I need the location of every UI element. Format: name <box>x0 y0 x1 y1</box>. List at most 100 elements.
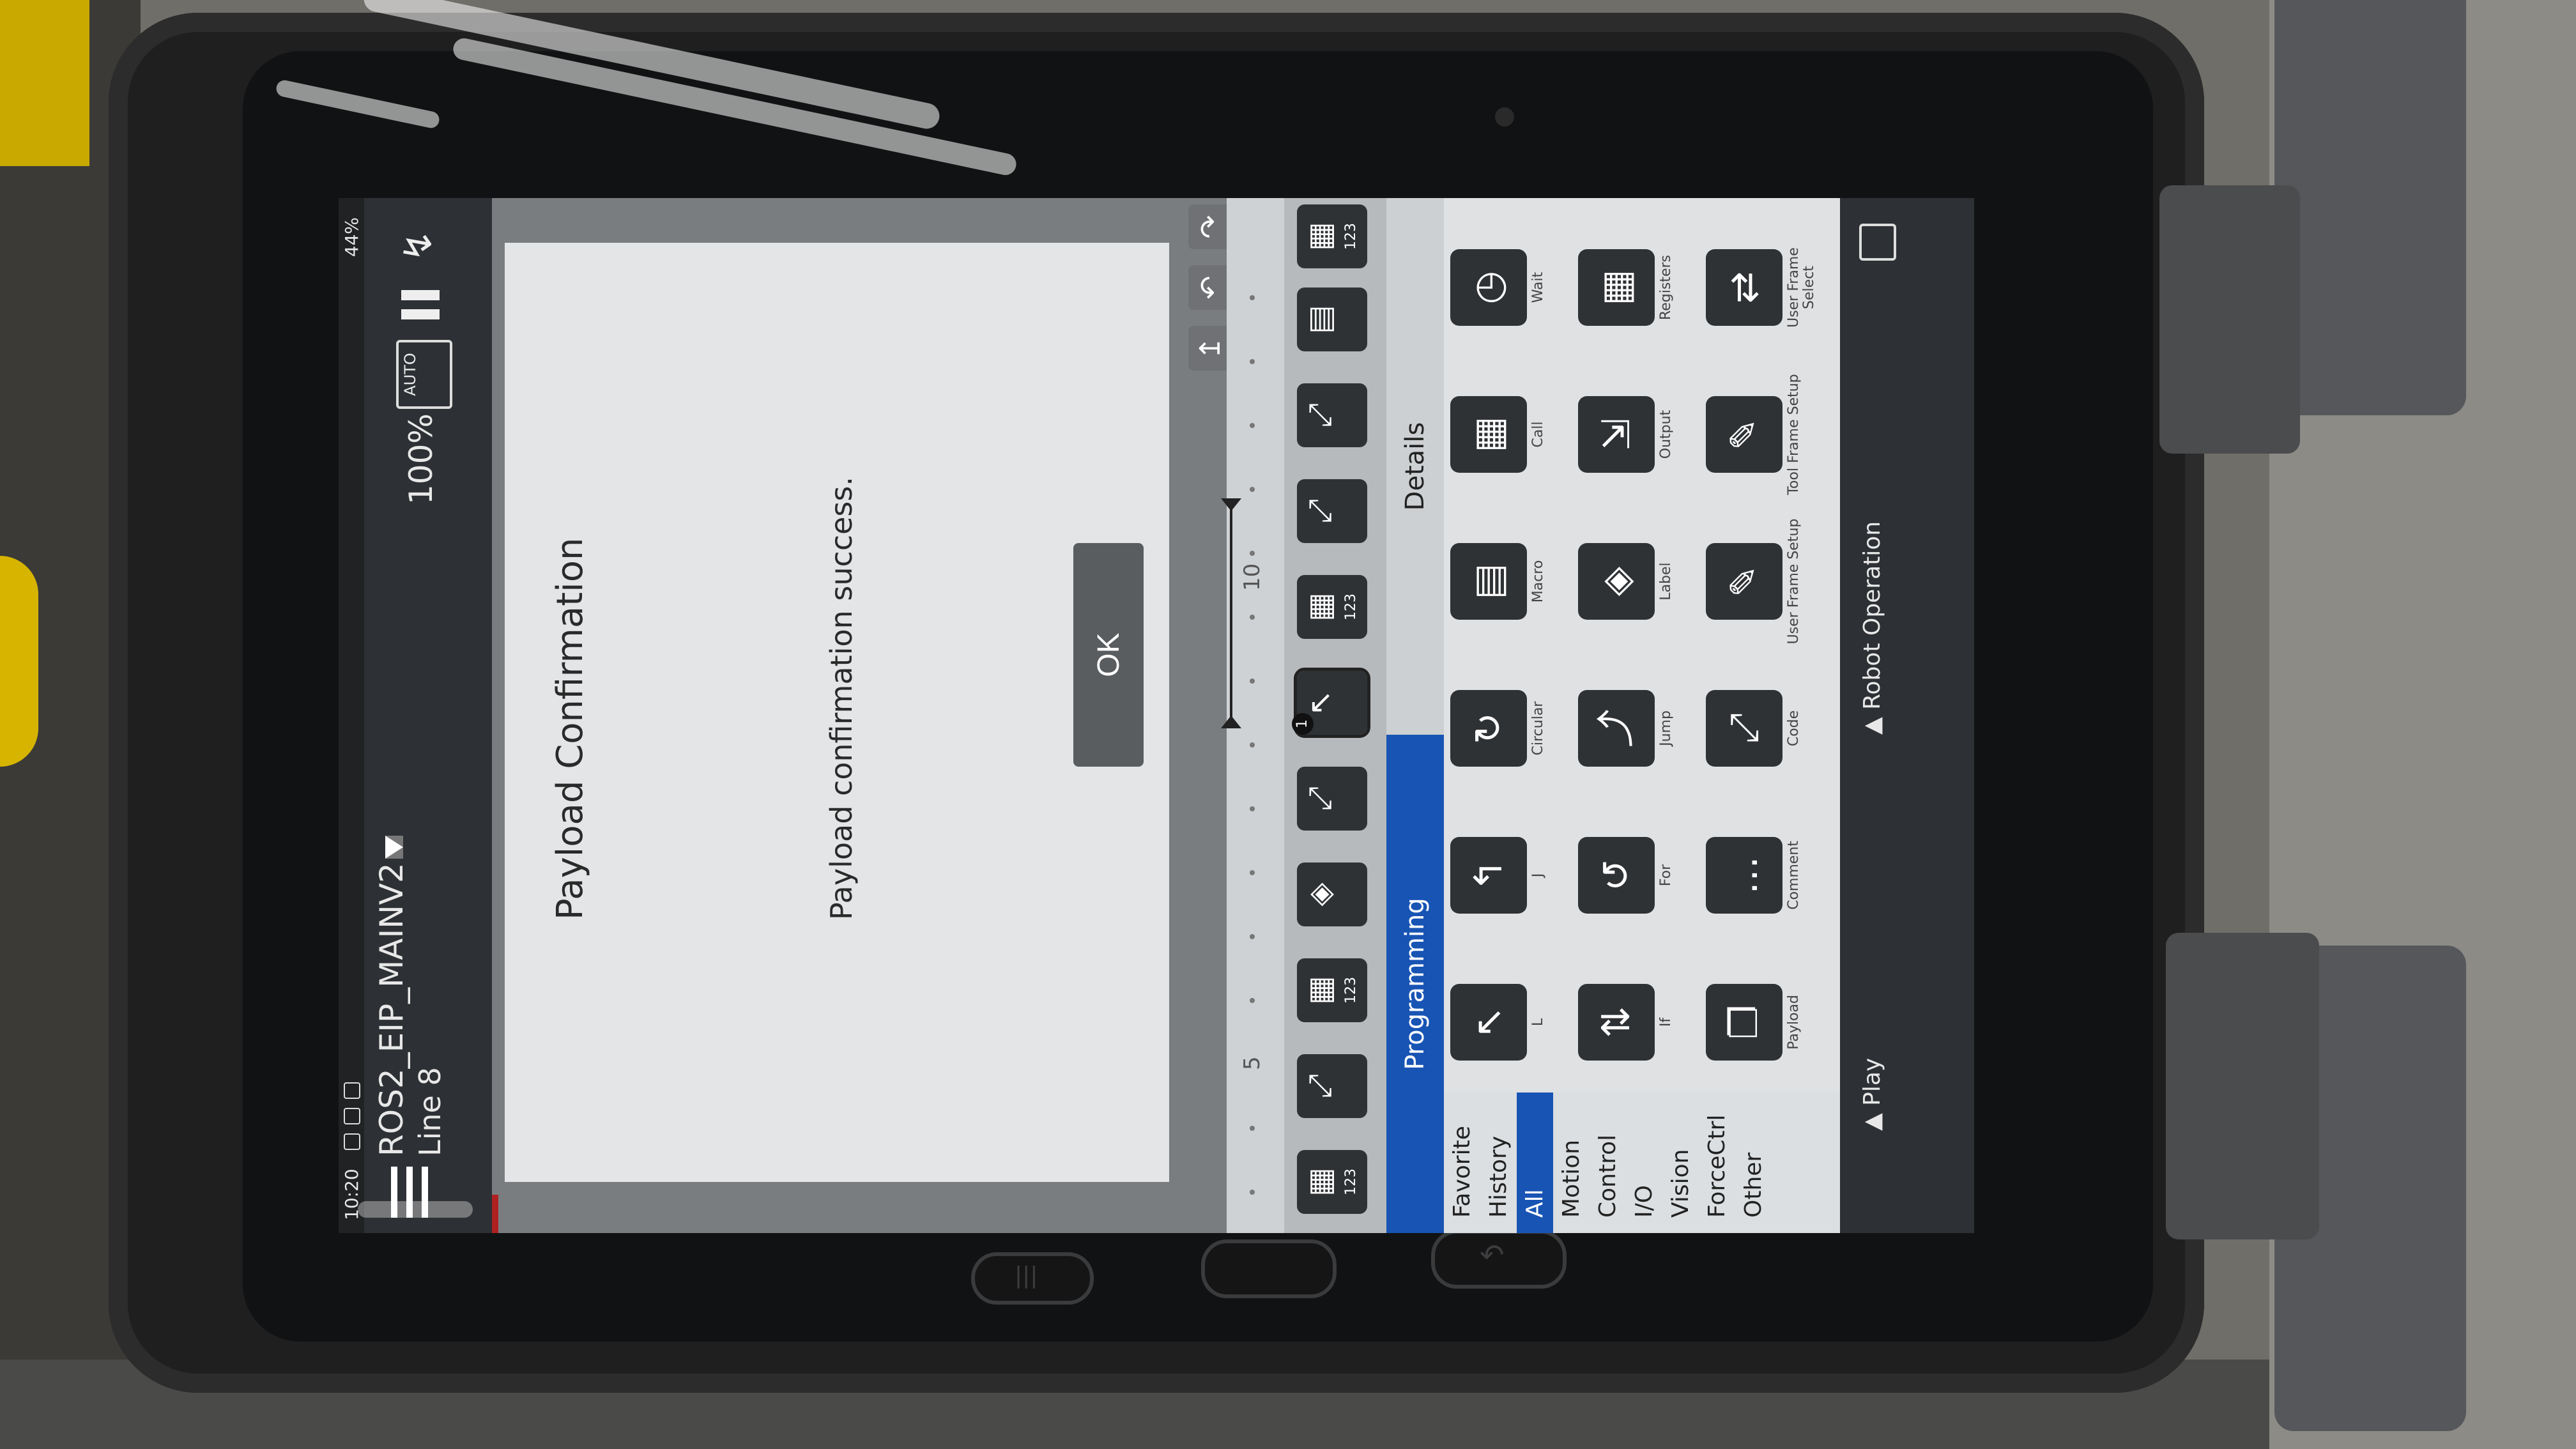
ruler-tick <box>1250 1126 1255 1131</box>
palette-jump[interactable]: ⤴ Jump <box>1578 664 1706 792</box>
background-yellow-knob <box>0 556 38 767</box>
seq-code-icon[interactable]: ⤢ <box>1297 479 1367 543</box>
battery-level: 44% <box>341 217 362 257</box>
home-button[interactable] <box>1201 1239 1337 1298</box>
back-button[interactable] <box>1431 1230 1567 1289</box>
category-other[interactable]: Other <box>1735 1092 1772 1233</box>
category-io[interactable]: I/O <box>1626 1092 1662 1233</box>
palette-grid: ↖ L ↰ J ↻ Circular ▤ Macro ▦ Call ◷ Wait ⇅ If ↺… <box>1444 198 1840 1086</box>
seq-registers-icon[interactable]: ▦ 123 <box>1297 958 1367 1022</box>
mail-icon <box>344 1082 360 1099</box>
user-frame-setup-icon: ✎ <box>1706 543 1782 620</box>
current-line-badge: 1 <box>1292 713 1314 735</box>
app-header: ROS2_EIP_MAINV2 Line 8 100% AUTO ↯ <box>364 198 492 1233</box>
label-tag-icon: ◈ <box>1578 543 1655 620</box>
palette-tabs: Programming Details <box>1386 198 1444 1233</box>
camera-lens <box>1495 107 1514 126</box>
ruler-tick <box>1250 870 1255 875</box>
comment-icon: … <box>1706 837 1782 914</box>
program-selector[interactable]: ROS2_EIP_MAINV2 <box>373 836 410 1156</box>
palette-j[interactable]: ↰ J <box>1450 811 1578 939</box>
mount-bracket-bottom <box>2166 933 2319 1239</box>
seq-code-icon[interactable]: ⤢ <box>1297 1054 1367 1118</box>
ruler-tick <box>1250 998 1255 1003</box>
palette-if[interactable]: ⇅ If <box>1578 958 1706 1086</box>
seq-registers-icon[interactable]: ▦ 123 <box>1297 204 1367 268</box>
code-icon: ⤢ <box>1706 690 1782 767</box>
ruler-tick <box>1250 487 1255 492</box>
joint-move-icon: ↰ <box>1450 837 1527 914</box>
step-mode-icon[interactable]: ↯ <box>396 224 447 262</box>
tab-details[interactable]: Details <box>1386 198 1444 735</box>
ruler-label-5: 5 <box>1239 1056 1265 1070</box>
pause-icon[interactable] <box>401 275 440 319</box>
category-forcectrl[interactable]: ForceCtrl <box>1699 1092 1735 1233</box>
palette-user-frame-setup[interactable]: ✎ User Frame Setup <box>1706 518 1834 645</box>
speed-override[interactable]: 100% <box>402 413 440 505</box>
tool-frame-setup-icon: ✎ <box>1706 396 1782 473</box>
palette-code[interactable]: ⤢ Code <box>1706 664 1834 792</box>
registers-icon: ▦ <box>1578 249 1655 326</box>
palette-comment[interactable]: … Comment <box>1706 811 1834 939</box>
seq-macro-icon[interactable]: ▤ <box>1297 288 1367 351</box>
wait-clock-icon: ◷ <box>1450 249 1527 326</box>
category-vision[interactable]: Vision <box>1662 1092 1699 1233</box>
ruler-tick <box>1250 359 1255 364</box>
palette-wait[interactable]: ◷ Wait <box>1450 224 1578 351</box>
jump-icon: ⤴ <box>1578 690 1655 767</box>
macro-icon: ▤ <box>1450 543 1527 620</box>
recent-apps-button[interactable] <box>971 1252 1094 1305</box>
notification-icon <box>344 1133 360 1150</box>
mount-bracket-top-outer <box>2274 0 2466 415</box>
category-control[interactable]: Control <box>1590 1092 1626 1233</box>
ruler-tick <box>1250 1190 1255 1195</box>
palette-call[interactable]: ▦ Call <box>1450 371 1578 498</box>
payload-icon: ❐ <box>1706 984 1782 1061</box>
timeline-ruler[interactable]: 5 10 <box>1227 198 1284 1233</box>
palette-for[interactable]: ↺ For <box>1578 811 1706 939</box>
instruction-palette: Favorite History All Motion Control I/O … <box>1444 198 1840 1233</box>
ok-button[interactable]: OK <box>1073 543 1144 767</box>
background-yellow-fixture <box>0 0 89 166</box>
category-favorite[interactable]: Favorite <box>1444 1092 1480 1233</box>
seq-registers-icon[interactable]: ▦ 123 <box>1297 1150 1367 1214</box>
palette-circular[interactable]: ↻ Circular <box>1450 664 1578 792</box>
category-list: Favorite History All Motion Control I/O … <box>1444 1092 1840 1233</box>
palette-label[interactable]: ◈ Label <box>1578 518 1706 645</box>
palette-l[interactable]: ↖ L <box>1450 958 1578 1086</box>
mount-bracket-top <box>2159 185 2300 454</box>
auto-mode-badge: AUTO <box>396 340 452 409</box>
control-bar: ▲ Play ▲ Robot Operation <box>1840 198 1974 1233</box>
seq-code-icon[interactable]: ⤢ <box>1297 767 1367 831</box>
save-icon[interactable] <box>1859 224 1896 261</box>
seq-registers-icon[interactable]: ▦ 123 <box>1297 575 1367 639</box>
chevron-down-icon <box>385 836 403 859</box>
palette-user-frame-select[interactable]: ⇄ User Frame Select <box>1706 224 1834 351</box>
palette-registers[interactable]: ▦ Registers <box>1578 224 1706 351</box>
palette-output[interactable]: ⇲ Output <box>1578 371 1706 498</box>
tablet-screen: 10:20 44% ROS2_EIP_MAINV2 Line 8 100% AU… <box>339 198 1974 1233</box>
circular-move-icon: ↻ <box>1450 690 1527 767</box>
robot-operation-button[interactable]: ▲ Robot Operation <box>1859 521 1885 735</box>
program-name: ROS2_EIP_MAINV2 <box>373 862 410 1156</box>
for-loop-icon: ↺ <box>1578 837 1655 914</box>
ruler-tick <box>1250 678 1255 684</box>
tab-programming[interactable]: Programming <box>1386 735 1444 1233</box>
seq-code-icon[interactable]: ⤢ <box>1297 383 1367 447</box>
if-icon: ⇅ <box>1578 984 1655 1061</box>
seq-label-icon[interactable]: ◈ <box>1297 862 1367 926</box>
palette-macro[interactable]: ▤ Macro <box>1450 518 1578 645</box>
output-icon: ⇲ <box>1578 396 1655 473</box>
ruler-tick <box>1250 806 1255 811</box>
palette-tool-frame-setup[interactable]: ✎ Tool Frame Setup <box>1706 371 1834 498</box>
dialog-message: Payload confirmation success. <box>824 477 859 920</box>
selection-range-marker[interactable] <box>1230 498 1232 728</box>
palette-payload[interactable]: ❐ Payload <box>1706 958 1834 1086</box>
payload-confirmation-dialog: Payload Confirmation Payload confirmatio… <box>505 243 1169 1182</box>
play-button[interactable]: ▲ Play <box>1859 1058 1885 1131</box>
call-icon: ▦ <box>1450 396 1527 473</box>
category-motion[interactable]: Motion <box>1553 1092 1590 1233</box>
shield-icon <box>344 1108 360 1124</box>
category-history[interactable]: History <box>1480 1092 1517 1233</box>
category-all[interactable]: All <box>1517 1092 1553 1233</box>
